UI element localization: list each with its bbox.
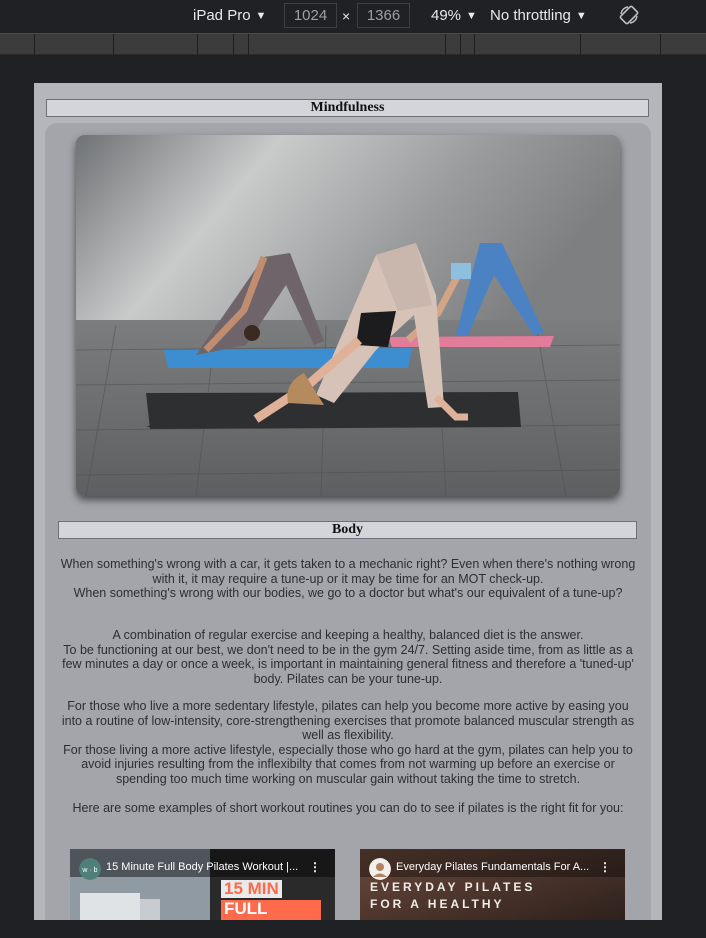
- paragraph-examples: Here are some examples of short workout …: [72, 801, 624, 815]
- overlay-line-1: EVERYDAY PILATES: [370, 880, 536, 894]
- device-select[interactable]: iPad Pro ▼: [193, 7, 266, 24]
- media-query-ruler[interactable]: [0, 33, 706, 56]
- ruler-tick: [248, 34, 249, 56]
- overlay-line-1: 15 MIN: [221, 880, 282, 898]
- more-options-icon[interactable]: ⋮: [599, 860, 611, 874]
- dimension-separator: ×: [342, 8, 351, 24]
- ruler-tick: [460, 34, 461, 56]
- throttling-select[interactable]: No throttling ▼: [490, 7, 587, 24]
- throttling-label: No throttling: [490, 7, 571, 24]
- ruler-tick: [445, 34, 446, 56]
- video-title[interactable]: 15 Minute Full Body Pilates Workout |...: [106, 861, 306, 873]
- paragraph-intro: When something's wrong with a car, it ge…: [60, 557, 636, 601]
- overlay-line-2: FOR A HEALTHY: [370, 897, 505, 911]
- ruler-tick: [34, 34, 35, 56]
- chevron-down-icon: ▼: [575, 9, 587, 22]
- ruler-tick: [580, 34, 581, 56]
- page-title: Mindfulness: [46, 99, 649, 117]
- video-embed-1[interactable]: w · b 15 Minute Full Body Pilates Workou…: [70, 849, 335, 920]
- section-heading-body: Body: [58, 521, 637, 539]
- video-title[interactable]: Everyday Pilates Fundamentals For A...: [396, 861, 596, 873]
- zoom-select[interactable]: 49% ▼: [431, 7, 477, 24]
- ruler-tick: [113, 34, 114, 56]
- device-label: iPad Pro: [193, 7, 251, 24]
- channel-avatar-icon: w · b: [79, 858, 101, 880]
- paragraph-lifestyle: For those who live a more sedentary life…: [61, 699, 635, 786]
- chevron-down-icon: ▼: [466, 9, 477, 22]
- overlay-line-2: FULL BODY: [221, 900, 321, 920]
- hero-image: [76, 135, 620, 496]
- more-options-icon[interactable]: ⋮: [309, 860, 321, 874]
- width-input[interactable]: 1024: [284, 3, 337, 28]
- ruler-tick: [660, 34, 661, 56]
- zoom-label: 49%: [431, 7, 462, 24]
- emulated-page: Mindfulness Body When something's wrong …: [34, 83, 662, 920]
- video-overlay-text: EVERYDAY PILATES FOR A HEALTHY: [370, 879, 620, 913]
- rotate-icon[interactable]: [619, 5, 639, 25]
- device-toolbar: iPad Pro ▼ 1024 × 1366 49% ▼ No throttli…: [0, 0, 706, 32]
- video-embed-2[interactable]: Everyday Pilates Fundamentals For A... ⋮…: [360, 849, 625, 920]
- ruler-tick: [197, 34, 198, 56]
- svg-text:w · b: w · b: [81, 867, 97, 874]
- paragraph-exercise: A combination of regular exercise and ke…: [62, 628, 634, 686]
- height-input[interactable]: 1366: [357, 3, 410, 28]
- video-overlay-text: 15 MIN FULL BODY: [221, 880, 321, 920]
- chevron-down-icon: ▼: [255, 9, 267, 22]
- channel-avatar-icon: [369, 858, 391, 880]
- ruler-tick: [474, 34, 475, 56]
- ruler-tick: [233, 34, 234, 56]
